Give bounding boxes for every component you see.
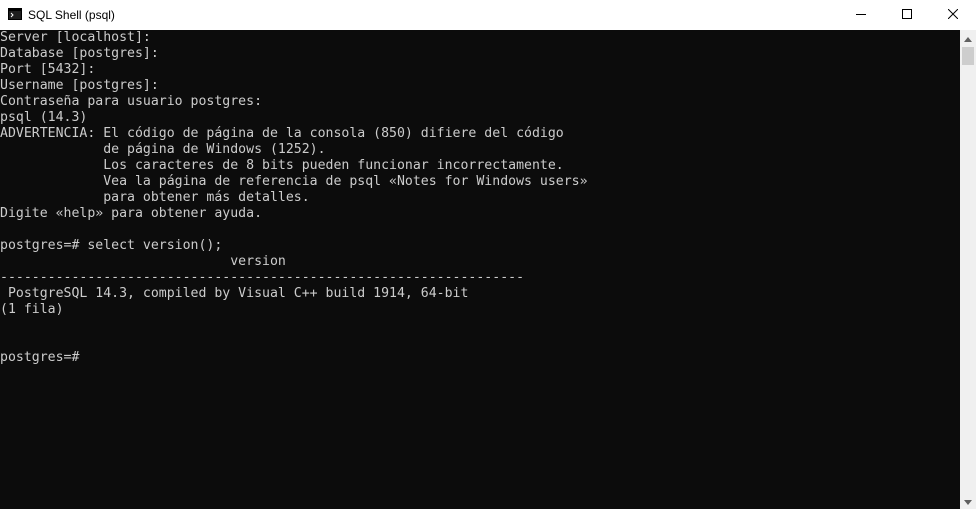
vertical-scrollbar[interactable]: [960, 30, 976, 509]
minimize-button[interactable]: [838, 0, 884, 30]
terminal-output-area[interactable]: Server [localhost]: Database [postgres]: P…: [0, 30, 960, 509]
console-line: de página de Windows (1252).: [0, 142, 326, 157]
console-line: psql (14.3): [0, 110, 88, 125]
console-line: Port [5432]:: [0, 62, 96, 77]
console-line: Server [localhost]:: [0, 30, 151, 45]
scroll-up-button[interactable]: [960, 30, 976, 46]
console-line: Digite «help» para obtener ayuda.: [0, 206, 263, 221]
scroll-down-button[interactable]: [960, 493, 976, 509]
console-line: Database [postgres]:: [0, 46, 159, 61]
console-line: (1 fila): [0, 302, 64, 317]
console-line: ----------------------------------------…: [0, 270, 525, 285]
console-line: Vea la página de referencia de psql «Not…: [0, 174, 588, 189]
sql-shell-window: SQL Shell (psql) Server [localhost]: Data…: [0, 0, 976, 509]
console-line: postgres=# select version();: [0, 238, 223, 253]
maximize-button[interactable]: [884, 0, 930, 30]
console-line: PostgreSQL 14.3, compiled by Visual C++ …: [0, 286, 469, 301]
close-button[interactable]: [930, 0, 976, 30]
window-title: SQL Shell (psql): [28, 8, 115, 22]
console-line: ADVERTENCIA: El código de página de la c…: [0, 126, 564, 141]
console-line: Los caracteres de 8 bits pueden funciona…: [0, 158, 564, 173]
minimize-icon: [856, 8, 866, 22]
maximize-icon: [902, 8, 912, 22]
title-bar[interactable]: SQL Shell (psql): [0, 0, 976, 30]
console-prompt-line[interactable]: postgres=#: [0, 350, 960, 366]
console-text: Server [localhost]: Database [postgres]: P…: [0, 30, 960, 366]
scroll-down-arrow-icon: [964, 492, 972, 509]
console-line: Contraseña para usuario postgres:: [0, 94, 263, 109]
console-line: version: [0, 254, 286, 269]
console-line: Username [postgres]:: [0, 78, 159, 93]
close-icon: [947, 8, 959, 22]
scroll-up-arrow-icon: [964, 29, 972, 47]
console-line: para obtener más detalles.: [0, 190, 310, 205]
scrollbar-thumb[interactable]: [962, 47, 974, 65]
terminal-icon: [8, 8, 22, 20]
